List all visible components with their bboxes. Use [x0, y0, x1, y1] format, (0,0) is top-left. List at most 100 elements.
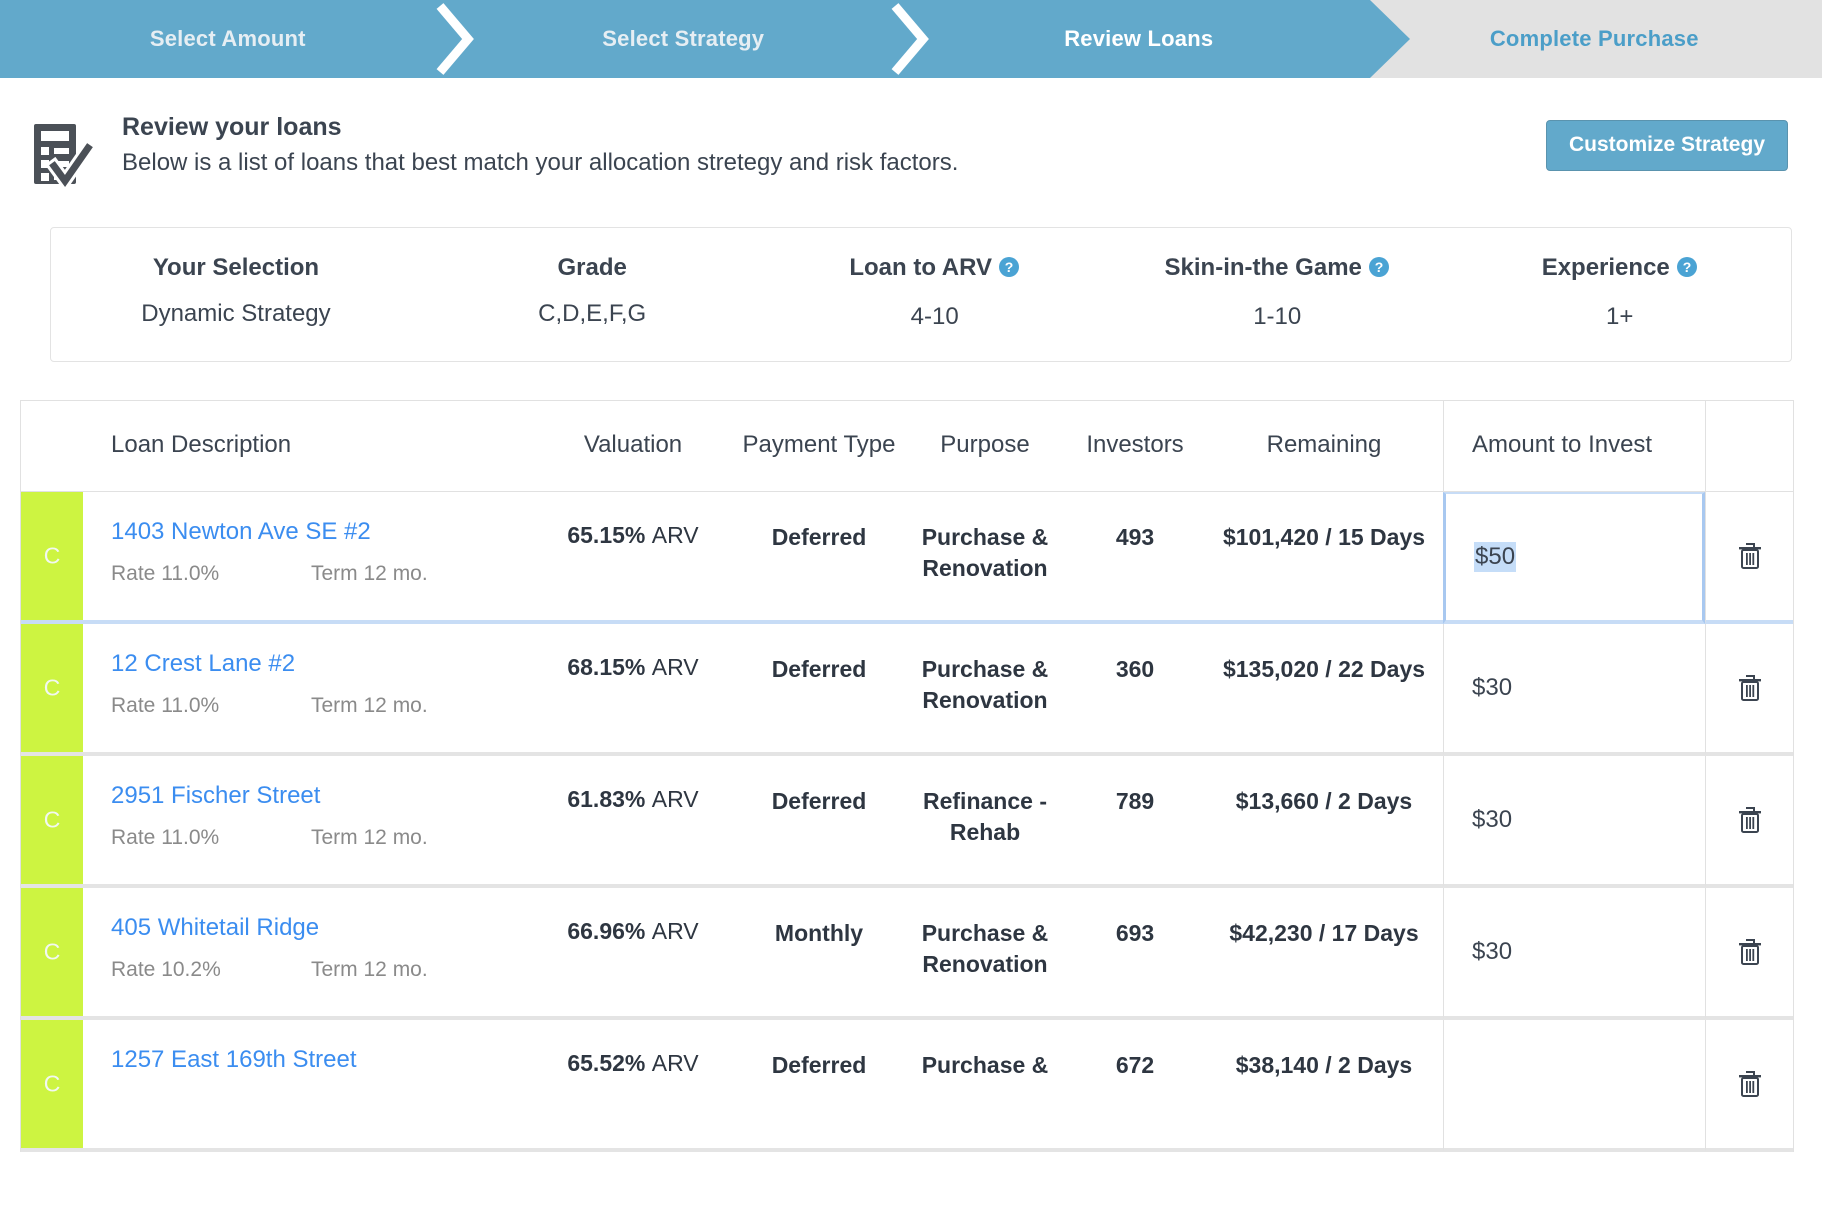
valuation-unit: ARV	[651, 1050, 699, 1076]
summary-value: Dynamic Strategy	[141, 300, 331, 327]
trash-icon[interactable]	[1733, 934, 1767, 970]
purpose-cell: Purchase &	[905, 1020, 1065, 1152]
payment-type-cell: Monthly	[733, 888, 905, 1020]
grade-badge: C	[21, 492, 83, 624]
amount-value: $30	[1472, 806, 1513, 833]
remaining-cell: $13,660 / 2 Days	[1205, 756, 1443, 888]
purpose-cell: Purchase & Renovation	[905, 888, 1065, 1020]
wizard-steps: Select Amount Select Strategy Review Loa…	[0, 0, 1822, 78]
grade-badge: C	[21, 624, 83, 756]
remaining-cell: $42,230 / 17 Days	[1205, 888, 1443, 1020]
amount-to-invest-input[interactable]: $30	[1443, 756, 1705, 888]
wizard-step-select-amount[interactable]: Select Amount	[0, 0, 474, 78]
loan-rate: Rate 11.0%	[111, 694, 220, 717]
delete-cell	[1705, 1020, 1793, 1152]
summary-value: 1-10	[1253, 303, 1302, 330]
loan-name-link[interactable]: 2951 Fischer Street	[111, 782, 320, 810]
table-header-row: Loan Description Valuation Payment Type …	[21, 401, 1793, 492]
payment-type-cell: Deferred	[733, 624, 905, 756]
table-row[interactable]: C 1257 East 169th Street 65.52% ARV Defe…	[21, 1020, 1793, 1152]
page-title: Review your loans	[122, 113, 342, 141]
summary-value: 1+	[1606, 303, 1634, 330]
table-row[interactable]: C 2951 Fischer Street Rate 11.0% Term 12…	[21, 756, 1793, 888]
table-row[interactable]: C 405 Whitetail Ridge Rate 10.2% Term 12…	[21, 888, 1793, 1020]
wizard-step-complete-purchase[interactable]: Complete Purchase	[1367, 0, 1822, 78]
table-row[interactable]: C 12 Crest Lane #2 Rate 11.0% Term 12 mo…	[21, 624, 1793, 756]
valuation-cell: 65.15% ARV	[533, 492, 733, 624]
summary-label: Experience?	[1448, 254, 1791, 285]
customize-strategy-button[interactable]: Customize Strategy	[1545, 120, 1788, 171]
amount-to-invest-input[interactable]: $30	[1443, 624, 1705, 756]
loans-table-wrap: Loan Description Valuation Payment Type …	[0, 362, 1822, 1152]
valuation-cell: 66.96% ARV	[533, 888, 733, 1020]
trash-icon[interactable]	[1733, 802, 1767, 838]
svg-text:?: ?	[1682, 259, 1691, 275]
grade-badge: C	[21, 888, 83, 1020]
wizard-step-review-loans[interactable]: Review Loans	[911, 0, 1367, 78]
amount-to-invest-input[interactable]: $30	[1443, 888, 1705, 1020]
trash-icon[interactable]	[1733, 538, 1767, 574]
investors-cell: 672	[1065, 1020, 1205, 1152]
wizard-step-select-strategy[interactable]: Select Strategy	[456, 0, 929, 78]
amount-value: $30	[1472, 674, 1513, 701]
loan-meta: Rate 10.2% Term 12 mo.	[111, 958, 533, 982]
col-header-amount-to-invest: Amount to Invest	[1443, 401, 1705, 492]
loan-description-cell: 2951 Fischer Street Rate 11.0% Term 12 m…	[83, 756, 533, 888]
col-header-remaining: Remaining	[1205, 401, 1443, 492]
valuation-value: 61.83%	[567, 786, 646, 812]
loan-name-link[interactable]: 1257 East 169th Street	[111, 1046, 357, 1074]
loan-rate: Rate 11.0%	[111, 826, 220, 849]
loan-meta: Rate 11.0% Term 12 mo.	[111, 562, 533, 586]
trash-icon[interactable]	[1733, 1066, 1767, 1102]
investors-cell: 360	[1065, 624, 1205, 756]
payment-type-cell: Deferred	[733, 756, 905, 888]
loans-table-body: C 1403 Newton Ave SE #2 Rate 11.0% Term …	[21, 492, 1793, 1152]
help-icon[interactable]: ?	[998, 256, 1020, 285]
loan-term: Term 12 mo.	[311, 694, 428, 717]
amount-value: $50	[1474, 542, 1517, 572]
wizard-step-label: Select Strategy	[602, 26, 765, 51]
valuation-cell: 68.15% ARV	[533, 624, 733, 756]
wizard-step-label: Select Amount	[149, 26, 306, 51]
summary-label: Loan to ARV?	[763, 254, 1106, 285]
summary-label: Grade	[557, 254, 627, 281]
delete-cell	[1705, 624, 1793, 756]
wizard-step-label: Complete Purchase	[1489, 26, 1699, 51]
valuation-unit: ARV	[651, 522, 699, 548]
loan-name-link[interactable]: 405 Whitetail Ridge	[111, 914, 319, 942]
remaining-cell: $135,020 / 22 Days	[1205, 624, 1443, 756]
wizard-step-label: Review Loans	[1064, 26, 1214, 51]
delete-cell	[1705, 756, 1793, 888]
svg-text:?: ?	[1375, 259, 1384, 275]
col-header-loan-description: Loan Description	[83, 401, 533, 492]
help-icon[interactable]: ?	[1368, 256, 1390, 285]
loan-rate: Rate 11.0%	[111, 562, 220, 585]
loan-description-cell: 405 Whitetail Ridge Rate 10.2% Term 12 m…	[83, 888, 533, 1020]
loan-description-cell: 12 Crest Lane #2 Rate 11.0% Term 12 mo.	[83, 624, 533, 756]
help-icon[interactable]: ?	[1676, 256, 1698, 285]
loan-name-link[interactable]: 1403 Newton Ave SE #2	[111, 518, 371, 546]
grade-letter: C	[43, 1070, 61, 1097]
delete-cell	[1705, 492, 1793, 624]
amount-value: $30	[1472, 938, 1513, 965]
trash-icon[interactable]	[1733, 670, 1767, 706]
table-row[interactable]: C 1403 Newton Ave SE #2 Rate 11.0% Term …	[21, 492, 1793, 624]
valuation-unit: ARV	[651, 786, 699, 812]
loans-table: Loan Description Valuation Payment Type …	[20, 400, 1794, 1152]
remaining-cell: $101,420 / 15 Days	[1205, 492, 1443, 624]
investors-cell: 493	[1065, 492, 1205, 624]
summary-col-grade: Grade C,D,E,F,G	[421, 254, 764, 331]
loan-term: Term 12 mo.	[311, 826, 428, 849]
valuation-unit: ARV	[651, 654, 699, 680]
amount-to-invest-input[interactable]	[1443, 1020, 1705, 1152]
summary-col-your-selection: Your Selection Dynamic Strategy	[51, 254, 421, 331]
page-subtitle: Below is a list of loans that best match…	[122, 149, 959, 177]
loan-name-link[interactable]: 12 Crest Lane #2	[111, 650, 295, 678]
col-header-payment-type: Payment Type	[733, 401, 905, 492]
col-header-grade	[21, 401, 83, 492]
summary-col-skin-in-the-game: Skin-in-the Game? 1-10	[1106, 254, 1449, 331]
amount-to-invest-input[interactable]: $50	[1443, 492, 1705, 624]
summary-label: Your Selection	[152, 254, 320, 281]
grade-badge: C	[21, 1020, 83, 1152]
clipboard-check-icon	[30, 120, 98, 193]
